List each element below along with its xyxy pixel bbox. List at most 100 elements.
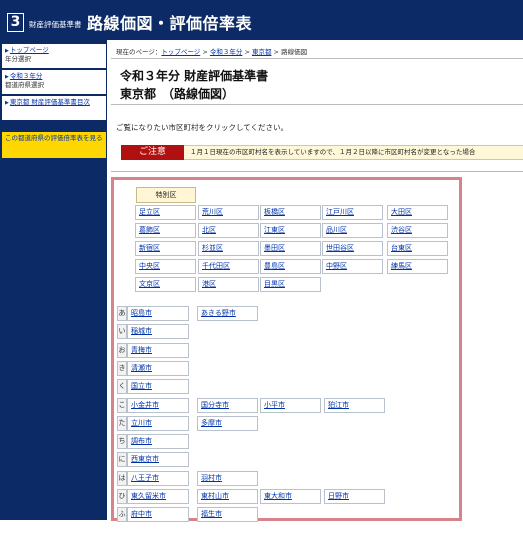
ward-link[interactable]: 北区	[202, 226, 216, 234]
city-link[interactable]: 東久留米市	[131, 492, 166, 500]
city-link[interactable]: 多摩市	[201, 419, 222, 427]
ward-cell[interactable]: 江東区	[260, 223, 321, 238]
city-cell[interactable]: 府中市	[127, 507, 189, 522]
sidebar-item-contents[interactable]: ▶東京都 財産評価基準書目次	[2, 96, 106, 120]
city-cell[interactable]: 東村山市	[197, 489, 258, 504]
ward-cell[interactable]: 新宿区	[135, 241, 196, 256]
ward-cell[interactable]: 板橋区	[260, 205, 321, 220]
city-cell[interactable]: 福生市	[197, 507, 258, 522]
city-cell[interactable]: 小平市	[260, 398, 321, 413]
city-cell[interactable]: 東久留米市	[127, 489, 189, 504]
ward-cell[interactable]: 大田区	[387, 205, 448, 220]
sidebar-item-year[interactable]: ▶令和３年分 都道府県選択	[2, 70, 106, 94]
ward-link[interactable]: 渋谷区	[391, 226, 412, 234]
ward-cell[interactable]: 足立区	[135, 205, 196, 220]
ward-cell[interactable]: 港区	[198, 277, 259, 292]
breadcrumb-year[interactable]: 令和３年分	[210, 48, 243, 56]
ward-cell[interactable]: 杉並区	[198, 241, 259, 256]
breadcrumb-top[interactable]: トップページ	[161, 48, 200, 56]
city-link[interactable]: 東村山市	[201, 492, 229, 500]
city-link[interactable]: 立川市	[131, 419, 152, 427]
ward-link[interactable]: 千代田区	[202, 262, 230, 270]
ward-cell[interactable]: 台東区	[387, 241, 448, 256]
sidebar-item-top[interactable]: ▶トップページ 年分選択	[2, 44, 106, 68]
city-link[interactable]: 福生市	[201, 510, 222, 518]
ward-link[interactable]: 大田区	[391, 208, 412, 216]
ward-link[interactable]: 目黒区	[264, 280, 285, 288]
city-link[interactable]: 清瀬市	[131, 364, 152, 372]
city-link[interactable]: 羽村市	[201, 474, 222, 482]
city-link[interactable]: あきる野市	[201, 309, 236, 317]
ward-cell[interactable]: 葛飾区	[135, 223, 196, 238]
city-cell[interactable]: 羽村市	[197, 471, 258, 486]
sidebar-item-label[interactable]: 令和３年分	[10, 72, 43, 80]
ward-link[interactable]: 中野区	[326, 262, 347, 270]
city-cell[interactable]: 狛江市	[324, 398, 385, 413]
ward-link[interactable]: 豊島区	[264, 262, 285, 270]
ward-cell[interactable]: 世田谷区	[322, 241, 383, 256]
ward-link[interactable]: 中央区	[139, 262, 160, 270]
ward-link[interactable]: 江戸川区	[326, 208, 354, 216]
ward-link[interactable]: 墨田区	[264, 244, 285, 252]
city-link[interactable]: 昭島市	[131, 309, 152, 317]
ward-link[interactable]: 台東区	[391, 244, 412, 252]
city-cell[interactable]: 小金井市	[127, 398, 189, 413]
city-link[interactable]: 小金井市	[131, 401, 159, 409]
city-link[interactable]: 調布市	[131, 437, 152, 445]
city-link[interactable]: 東大和市	[264, 492, 292, 500]
ward-cell[interactable]: 渋谷区	[387, 223, 448, 238]
ward-cell[interactable]: 千代田区	[198, 259, 259, 274]
ward-link[interactable]: 江東区	[264, 226, 285, 234]
ward-cell[interactable]: 文京区	[135, 277, 196, 292]
ward-link[interactable]: 練馬区	[391, 262, 412, 270]
city-link[interactable]: 西東京市	[131, 455, 159, 463]
city-link[interactable]: 青梅市	[131, 346, 152, 354]
ward-link[interactable]: 板橋区	[264, 208, 285, 216]
ward-cell[interactable]: 中野区	[322, 259, 383, 274]
city-link[interactable]: 小平市	[264, 401, 285, 409]
city-link[interactable]: 狛江市	[328, 401, 349, 409]
ward-link[interactable]: 世田谷区	[326, 244, 354, 252]
city-cell[interactable]: あきる野市	[197, 306, 258, 321]
ward-cell[interactable]: 豊島区	[260, 259, 321, 274]
sidebar-item-ratio-table[interactable]: この都道府県の評価倍率表を見る	[2, 132, 106, 158]
city-link[interactable]: 稲城市	[131, 327, 152, 335]
ward-link[interactable]: 杉並区	[202, 244, 223, 252]
ward-link[interactable]: 葛飾区	[139, 226, 160, 234]
city-cell[interactable]: 清瀬市	[127, 361, 189, 376]
city-cell[interactable]: 青梅市	[127, 343, 189, 358]
breadcrumb-pref[interactable]: 東京都	[252, 48, 272, 56]
city-cell[interactable]: 昭島市	[127, 306, 189, 321]
ward-cell[interactable]: 北区	[198, 223, 259, 238]
ward-cell[interactable]: 練馬区	[387, 259, 448, 274]
ward-cell[interactable]: 目黒区	[260, 277, 321, 292]
city-cell[interactable]: 西東京市	[127, 452, 189, 467]
city-link[interactable]: 府中市	[131, 510, 152, 518]
city-link[interactable]: 国分寺市	[201, 401, 229, 409]
ward-cell[interactable]: 江戸川区	[322, 205, 383, 220]
city-cell[interactable]: 八王子市	[127, 471, 189, 486]
ward-link[interactable]: 荒川区	[202, 208, 223, 216]
ward-link[interactable]: 港区	[202, 280, 216, 288]
sidebar-item-label[interactable]: トップページ	[10, 46, 49, 54]
city-link[interactable]: 八王子市	[131, 474, 159, 482]
ward-cell[interactable]: 中央区	[135, 259, 196, 274]
ward-link[interactable]: 品川区	[326, 226, 347, 234]
ward-link[interactable]: 足立区	[139, 208, 160, 216]
sidebar-item-label[interactable]: 東京都 財産評価基準書目次	[10, 98, 90, 106]
city-link[interactable]: 国立市	[131, 382, 152, 390]
city-cell[interactable]: 調布市	[127, 434, 189, 449]
city-cell[interactable]: 国分寺市	[197, 398, 258, 413]
city-cell[interactable]: 東大和市	[260, 489, 321, 504]
city-link[interactable]: 日野市	[328, 492, 349, 500]
ward-link[interactable]: 新宿区	[139, 244, 160, 252]
city-cell[interactable]: 国立市	[127, 379, 189, 394]
ward-cell[interactable]: 品川区	[322, 223, 383, 238]
ward-cell[interactable]: 墨田区	[260, 241, 321, 256]
city-cell[interactable]: 日野市	[324, 489, 385, 504]
city-cell[interactable]: 立川市	[127, 416, 189, 431]
city-cell[interactable]: 稲城市	[127, 324, 189, 339]
ward-cell[interactable]: 荒川区	[198, 205, 259, 220]
ward-link[interactable]: 文京区	[139, 280, 160, 288]
city-cell[interactable]: 多摩市	[197, 416, 258, 431]
